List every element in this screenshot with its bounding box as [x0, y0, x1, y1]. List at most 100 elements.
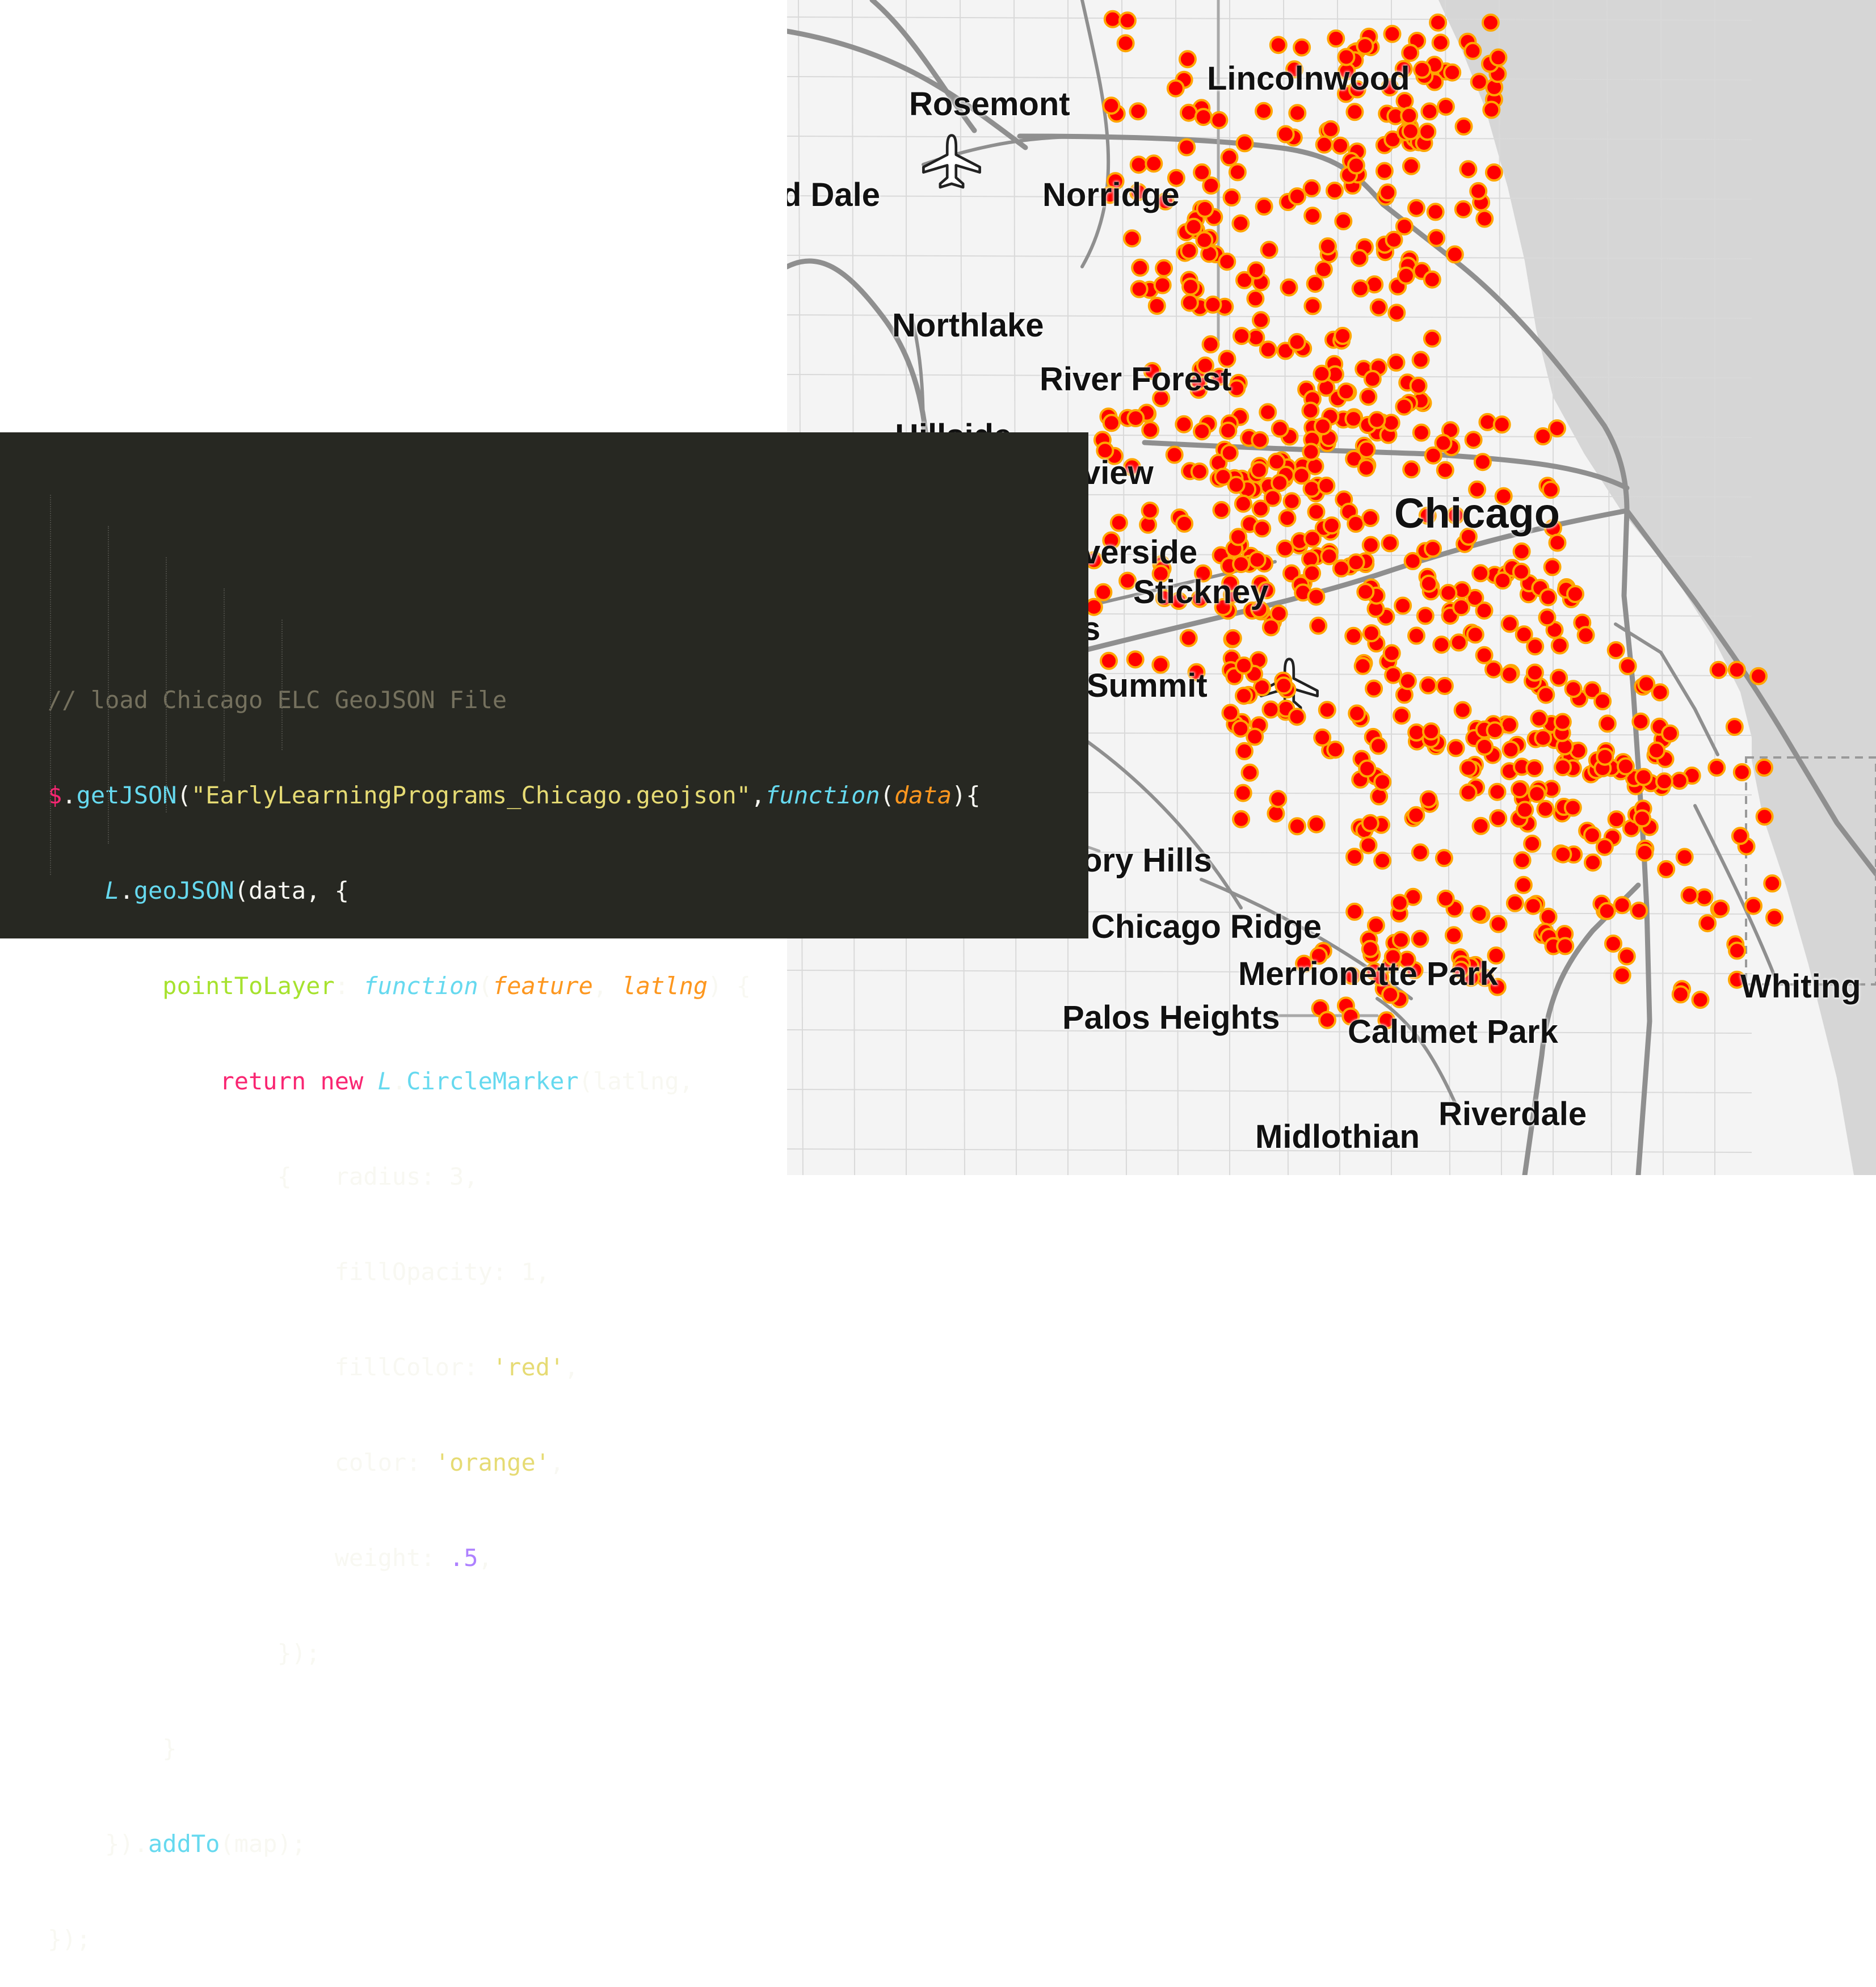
elc-marker[interactable] — [1303, 207, 1322, 225]
elc-marker[interactable] — [1276, 539, 1294, 558]
elc-marker[interactable] — [1322, 120, 1340, 138]
elc-marker[interactable] — [1282, 492, 1301, 511]
elc-marker[interactable] — [1435, 849, 1453, 868]
elc-marker[interactable] — [1246, 727, 1264, 746]
elc-marker[interactable] — [1235, 687, 1253, 705]
elc-marker[interactable] — [1470, 73, 1488, 91]
elc-marker[interactable] — [1314, 260, 1333, 279]
elc-marker[interactable] — [1263, 489, 1282, 507]
elc-marker[interactable] — [1261, 618, 1280, 637]
elc-marker[interactable] — [1365, 679, 1383, 698]
elc-marker[interactable] — [1675, 848, 1694, 866]
elc-marker[interactable] — [1363, 369, 1382, 388]
elc-marker[interactable] — [1401, 122, 1420, 141]
elc-marker[interactable] — [1434, 433, 1453, 452]
elc-marker[interactable] — [1252, 311, 1270, 330]
elc-marker[interactable] — [1691, 991, 1710, 1009]
elc-marker[interactable] — [1269, 790, 1288, 809]
elc-marker[interactable] — [1196, 200, 1214, 218]
elc-marker[interactable] — [1429, 13, 1448, 32]
elc-marker[interactable] — [1303, 297, 1322, 315]
elc-marker[interactable] — [1175, 514, 1194, 533]
elc-marker[interactable] — [1400, 106, 1419, 125]
elc-marker[interactable] — [1469, 182, 1488, 200]
elc-marker[interactable] — [1534, 729, 1553, 747]
elc-marker[interactable] — [1473, 453, 1492, 472]
elc-marker[interactable] — [1195, 231, 1214, 250]
elc-marker[interactable] — [1459, 759, 1478, 777]
elc-marker[interactable] — [1727, 660, 1746, 679]
elc-marker[interactable] — [1500, 614, 1519, 633]
elc-marker[interactable] — [1212, 501, 1231, 519]
elc-marker[interactable] — [1260, 241, 1278, 259]
elc-marker[interactable] — [1318, 1011, 1336, 1029]
elc-marker[interactable] — [1526, 637, 1545, 656]
elc-marker[interactable] — [1394, 596, 1412, 615]
elc-marker[interactable] — [1240, 763, 1259, 782]
elc-marker[interactable] — [1301, 401, 1320, 420]
elc-marker[interactable] — [1347, 553, 1365, 572]
elc-marker[interactable] — [1765, 908, 1784, 927]
elc-marker[interactable] — [1326, 740, 1345, 759]
elc-marker[interactable] — [1337, 382, 1356, 401]
elc-marker[interactable] — [1253, 519, 1272, 538]
elc-marker[interactable] — [1306, 275, 1324, 293]
elc-marker[interactable] — [1647, 741, 1666, 760]
elc-marker[interactable] — [1481, 13, 1500, 32]
elc-marker[interactable] — [1307, 587, 1326, 606]
elc-marker[interactable] — [1407, 626, 1425, 645]
elc-marker[interactable] — [1331, 136, 1349, 155]
elc-marker[interactable] — [1228, 163, 1247, 182]
elc-marker[interactable] — [1409, 377, 1428, 395]
elc-marker[interactable] — [1362, 624, 1381, 643]
elc-marker[interactable] — [1416, 607, 1435, 625]
elc-marker[interactable] — [1181, 277, 1200, 296]
elc-marker[interactable] — [1539, 907, 1558, 926]
elc-marker[interactable] — [1190, 462, 1209, 481]
elc-marker[interactable] — [1345, 902, 1364, 921]
elc-marker[interactable] — [1432, 635, 1451, 654]
elc-marker[interactable] — [1420, 574, 1438, 593]
elc-marker[interactable] — [1466, 625, 1484, 644]
elc-marker[interactable] — [1383, 24, 1402, 43]
elc-marker[interactable] — [1695, 888, 1714, 907]
elc-marker[interactable] — [1378, 183, 1397, 202]
elc-marker[interactable] — [1261, 700, 1280, 719]
elc-marker[interactable] — [1118, 11, 1137, 30]
elc-marker[interactable] — [1382, 644, 1401, 663]
elc-marker[interactable] — [1407, 199, 1425, 217]
elc-marker[interactable] — [1655, 772, 1673, 791]
elc-marker[interactable] — [1315, 135, 1334, 154]
elc-marker[interactable] — [1492, 415, 1511, 434]
elc-marker[interactable] — [1184, 217, 1203, 236]
elc-marker[interactable] — [1550, 668, 1568, 687]
elc-marker[interactable] — [1500, 665, 1519, 684]
elc-marker[interactable] — [1175, 415, 1193, 433]
elc-marker[interactable] — [1566, 585, 1584, 603]
elc-marker[interactable] — [1454, 200, 1473, 218]
elc-marker[interactable] — [1309, 616, 1328, 635]
elc-marker[interactable] — [1357, 458, 1376, 477]
elc-marker[interactable] — [1141, 502, 1159, 520]
elc-marker[interactable] — [1744, 896, 1763, 915]
elc-marker[interactable] — [1431, 33, 1450, 52]
elc-marker[interactable] — [1348, 704, 1366, 723]
elc-marker[interactable] — [1255, 197, 1273, 216]
elc-marker[interactable] — [1613, 966, 1631, 984]
elc-marker[interactable] — [1505, 894, 1524, 912]
elc-marker[interactable] — [1554, 758, 1572, 777]
elc-marker[interactable] — [1637, 675, 1656, 693]
elc-marker[interactable] — [1387, 304, 1406, 322]
elc-marker[interactable] — [1513, 851, 1532, 870]
elc-marker[interactable] — [1536, 799, 1555, 818]
elc-marker[interactable] — [1235, 134, 1254, 153]
elc-marker[interactable] — [1271, 474, 1289, 492]
elc-marker[interactable] — [1302, 443, 1320, 461]
elc-marker[interactable] — [1445, 245, 1464, 264]
elc-marker[interactable] — [1129, 155, 1148, 174]
elc-marker[interactable] — [1709, 660, 1728, 679]
elc-marker[interactable] — [1707, 758, 1726, 777]
elc-marker[interactable] — [1288, 187, 1306, 206]
elc-marker[interactable] — [1155, 259, 1173, 277]
elc-marker[interactable] — [1288, 817, 1306, 836]
